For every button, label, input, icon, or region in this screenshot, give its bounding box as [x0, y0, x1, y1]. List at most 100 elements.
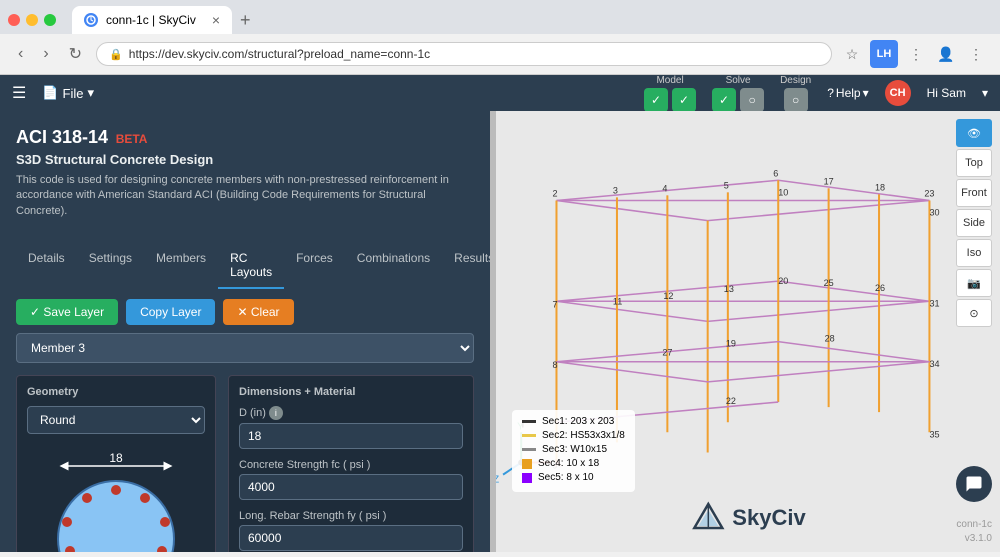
legend-color-sec1 [522, 420, 536, 423]
hamburger-menu-button[interactable]: ☰ [12, 83, 26, 103]
browser-tab[interactable]: conn-1c | SkyCiv × [72, 6, 232, 34]
view-controls: 👁 Top Front Side Iso 📷 ⊙ [956, 119, 992, 327]
d-info-icon[interactable]: i [269, 406, 283, 420]
skyciv-icon [690, 500, 726, 536]
tab-forces[interactable]: Forces [284, 243, 345, 289]
ext-lh-icon: LH [870, 40, 898, 68]
lock-icon: 🔒 [109, 48, 123, 61]
solve-label: Solve [726, 75, 751, 86]
file-label: File [63, 86, 84, 101]
iso-view-button[interactable]: Iso [956, 239, 992, 267]
svg-text:2: 2 [552, 188, 557, 198]
legend-label-sec3: Sec3: W10x15 [542, 444, 607, 455]
svg-text:18: 18 [109, 451, 123, 465]
tab-settings[interactable]: Settings [77, 243, 144, 289]
address-bar[interactable]: 🔒 https://dev.skyciv.com/structural?prel… [96, 42, 832, 66]
svg-text:7: 7 [552, 299, 557, 309]
panel-description: This code is used for designing concrete… [16, 173, 474, 219]
d-input[interactable] [239, 423, 463, 449]
copy-layer-button[interactable]: Copy Layer [126, 299, 215, 325]
file-chevron-icon: ▾ [87, 85, 94, 101]
file-menu-button[interactable]: 📄 File ▾ [34, 81, 102, 105]
member-select[interactable]: Member 3 Member 1 Member 2 Member 4 [16, 333, 474, 363]
tab-rc-layouts[interactable]: RC Layouts [218, 243, 284, 289]
svg-text:17: 17 [824, 176, 834, 186]
account-button[interactable]: 👤 [934, 42, 958, 66]
model-icon-2[interactable]: ✓ [672, 88, 696, 112]
help-icon: ? [827, 86, 834, 100]
minimize-window-button[interactable] [26, 14, 38, 26]
new-tab-button[interactable]: + [236, 10, 255, 31]
eye-view-button[interactable]: 👁 [956, 119, 992, 147]
legend-item-sec1: Sec1: 203 x 203 [522, 416, 625, 427]
help-label: Help [836, 86, 861, 100]
svg-text:25: 25 [824, 278, 834, 288]
right-panel: 2 3 4 5 6 10 17 18 23 30 31 34 35 7 8 9 [496, 111, 1000, 552]
app-toolbar: ☰ 📄 File ▾ Model ✓ ✓ Solve ✓ ○ [0, 75, 1000, 111]
fy-input[interactable] [239, 525, 463, 551]
screenshot-button[interactable]: 📷 [956, 269, 992, 297]
model-icon-1[interactable]: ✓ [644, 88, 668, 112]
svg-text:6: 6 [773, 168, 778, 178]
clear-button[interactable]: ✕ Clear [223, 299, 293, 325]
side-view-button[interactable]: Side [956, 209, 992, 237]
solve-icon-1[interactable]: ✓ [712, 88, 736, 112]
reload-button[interactable]: ↻ [63, 42, 88, 66]
cross-section-diagram: 18 [27, 444, 205, 552]
url-text: https://dev.skyciv.com/structural?preloa… [129, 47, 819, 61]
svg-text:27: 27 [662, 348, 672, 358]
shape-select[interactable]: Round Rectangular [27, 406, 205, 434]
tab-close-button[interactable]: × [212, 12, 220, 28]
geometry-material-section: Geometry Round Rectangular [0, 375, 490, 552]
user-avatar: CH [885, 80, 911, 106]
svg-text:13: 13 [724, 284, 734, 294]
fullscreen-button[interactable]: ⊙ [956, 299, 992, 327]
help-button[interactable]: ? Help ▾ [827, 86, 868, 100]
svg-text:8: 8 [552, 360, 557, 370]
tabs-row: Details Settings Members RC Layouts Forc… [0, 227, 490, 289]
svg-text:11: 11 [613, 296, 622, 306]
tab-members[interactable]: Members [144, 243, 218, 289]
menu-button[interactable]: ⋮ [964, 42, 988, 66]
extensions-button[interactable]: ⋮ [904, 42, 928, 66]
solve-icon-2[interactable]: ○ [740, 88, 764, 112]
panel-header: ACI 318-14 BETA S3D Structural Concrete … [0, 111, 490, 227]
fy-field-group: Long. Rebar Strength fy ( psi ) [239, 510, 463, 551]
geometry-title: Geometry [27, 386, 205, 398]
tab-results[interactable]: Results [442, 243, 490, 289]
legend-label-sec4: Sec4: 10 x 18 [538, 458, 599, 469]
dimensions-title: Dimensions + Material [239, 386, 463, 398]
tab-combinations[interactable]: Combinations [345, 243, 442, 289]
user-chevron-icon[interactable]: ▾ [982, 86, 988, 100]
legend-label-sec5: Sec5: 8 x 10 [538, 472, 594, 483]
design-icon-1[interactable]: ○ [784, 88, 808, 112]
design-group: Design ○ [780, 75, 811, 112]
legend-item-sec2: Sec2: HS53x3x1/8 [522, 430, 625, 441]
front-view-button[interactable]: Front [956, 179, 992, 207]
svg-text:28: 28 [825, 334, 835, 344]
save-layer-button[interactable]: ✓ Save Layer [16, 299, 118, 325]
svg-text:5: 5 [724, 180, 729, 190]
fc-label: Concrete Strength fc ( psi ) [239, 459, 463, 471]
bookmark-button[interactable]: ☆ [840, 42, 864, 66]
dimensions-material-box: Dimensions + Material D (in) i Concrete … [228, 375, 474, 552]
legend-color-sec4 [522, 459, 532, 469]
model-group: Model ✓ ✓ [644, 75, 696, 112]
back-button[interactable]: ‹ [12, 43, 29, 65]
panel-title: ACI 318-14 [16, 127, 108, 147]
fc-input[interactable] [239, 474, 463, 500]
svg-text:18: 18 [875, 182, 885, 192]
solve-group: Solve ✓ ○ [712, 75, 764, 112]
tab-details[interactable]: Details [16, 243, 77, 289]
panel-beta-badge: BETA [116, 132, 148, 146]
close-window-button[interactable] [8, 14, 20, 26]
chat-button[interactable] [956, 466, 992, 502]
top-view-button[interactable]: Top [956, 149, 992, 177]
svg-text:10: 10 [778, 187, 788, 197]
forward-button[interactable]: › [37, 43, 54, 65]
maximize-window-button[interactable] [44, 14, 56, 26]
legend-item-sec5: Sec5: 8 x 10 [522, 472, 625, 483]
file-icon: 📄 [42, 85, 58, 101]
geometry-box: Geometry Round Rectangular [16, 375, 216, 552]
design-label: Design [780, 75, 811, 86]
